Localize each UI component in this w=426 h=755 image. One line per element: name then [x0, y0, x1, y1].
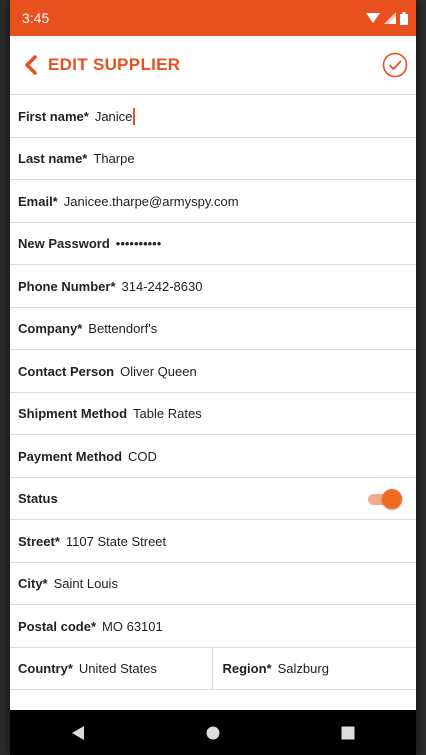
email-value[interactable]: Janicee.tharpe@armyspy.com [64, 194, 239, 209]
contact-person-field[interactable]: Contact Person Oliver Queen [10, 350, 416, 393]
circle-home-icon [206, 726, 220, 739]
region-field[interactable]: Region* Salzburg [211, 648, 417, 689]
status-label: Status [18, 491, 58, 506]
payment-method-value[interactable]: COD [128, 449, 157, 464]
company-label: Company* [18, 321, 83, 336]
password-label: New Password [18, 236, 110, 251]
postal-code-value[interactable]: MO 63101 [102, 619, 163, 634]
first-name-field[interactable]: First name* Janice [10, 95, 416, 138]
street-value[interactable]: 1107 State Street [66, 534, 166, 549]
phone-value[interactable]: 314-242-8630 [122, 279, 203, 294]
back-chevron-icon[interactable] [24, 55, 38, 75]
shipment-method-label: Shipment Method [18, 406, 128, 421]
toggle-thumb[interactable] [382, 488, 402, 509]
status-icons [366, 11, 408, 25]
city-label: City* [18, 576, 48, 591]
text-cursor [133, 107, 136, 125]
nav-recents-button[interactable] [328, 713, 368, 753]
last-name-label: Last name* [18, 151, 88, 166]
nav-back-button[interactable] [58, 713, 98, 753]
first-name-value[interactable]: Janice [95, 109, 133, 124]
password-field[interactable]: New Password •••••••••• [10, 223, 416, 265]
country-label: Country* [18, 661, 73, 676]
last-name-value[interactable]: Tharpe [93, 151, 134, 166]
status-toggle[interactable] [364, 488, 402, 510]
city-value[interactable]: Saint Louis [54, 576, 118, 591]
company-value[interactable]: Bettendorf's [88, 321, 157, 336]
app-bar: EDIT SUPPLIER [10, 36, 416, 95]
triangle-back-icon [71, 725, 84, 740]
email-label: Email* [18, 193, 58, 209]
cell-signal-icon [384, 12, 396, 24]
street-label: Street* [18, 533, 60, 549]
password-value[interactable]: •••••••••• [116, 236, 162, 251]
phone-field[interactable]: Phone Number* 314-242-8630 [10, 265, 416, 308]
status-time: 3:45 [22, 10, 50, 26]
region-label: Region* [222, 661, 272, 676]
country-region-row: Country* United States Region* Salzburg [10, 648, 416, 690]
company-field[interactable]: Company* Bettendorf's [10, 308, 416, 350]
check-circle-icon[interactable] [382, 52, 408, 78]
status-bar: 3:45 [10, 0, 416, 36]
battery-icon [400, 11, 408, 25]
phone-label: Phone Number* [18, 278, 116, 294]
device-screen: 3:45 EDIT SUPPLIER First name* Janice La… [10, 0, 416, 755]
wifi-icon [366, 13, 380, 23]
square-recents-icon [341, 726, 355, 739]
email-field[interactable]: Email* Janicee.tharpe@armyspy.com [10, 180, 416, 223]
country-field[interactable]: Country* United States [10, 648, 212, 689]
city-field[interactable]: City* Saint Louis [10, 563, 416, 605]
contact-person-label: Contact Person [18, 363, 115, 379]
first-name-label: First name* [18, 108, 89, 124]
shipment-method-field[interactable]: Shipment Method Table Rates [10, 393, 416, 435]
app-bar-left: EDIT SUPPLIER [24, 55, 180, 75]
last-name-field[interactable]: Last name* Tharpe [10, 138, 416, 180]
system-nav-bar [10, 710, 416, 755]
postal-code-field[interactable]: Postal code* MO 63101 [10, 605, 416, 648]
nav-home-button[interactable] [193, 713, 233, 753]
payment-method-label: Payment Method [18, 448, 123, 464]
contact-person-value[interactable]: Oliver Queen [120, 364, 197, 379]
region-value[interactable]: Salzburg [278, 661, 329, 676]
shipment-method-value[interactable]: Table Rates [133, 406, 202, 421]
payment-method-field[interactable]: Payment Method COD [10, 435, 416, 478]
street-field[interactable]: Street* 1107 State Street [10, 520, 416, 563]
page-title: EDIT SUPPLIER [48, 55, 181, 74]
supplier-form: First name* Janice Last name* Tharpe Ema… [10, 95, 416, 690]
status-field: Status [10, 478, 416, 520]
postal-code-label: Postal code* [18, 618, 97, 634]
country-value[interactable]: United States [79, 661, 157, 676]
